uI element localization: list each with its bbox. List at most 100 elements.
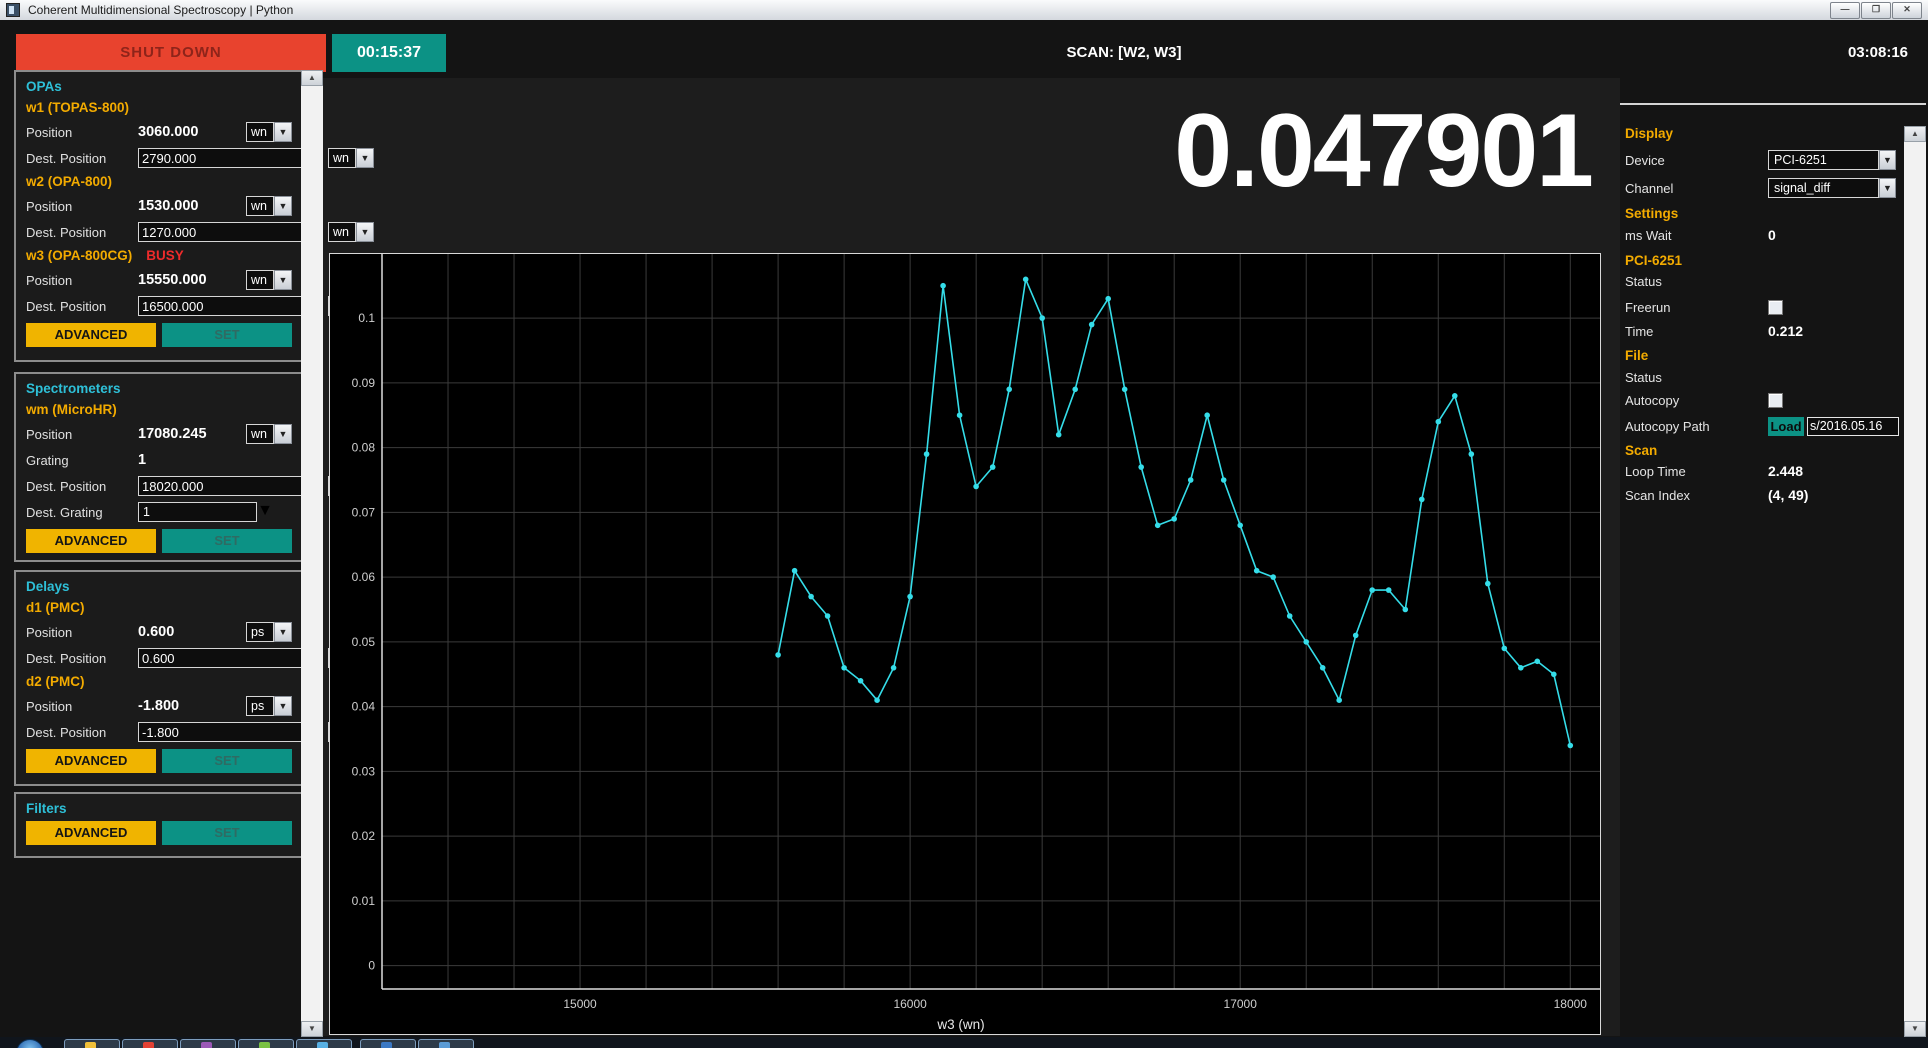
destination-input[interactable]: [138, 476, 322, 496]
units-combo[interactable]: wn▼: [246, 424, 292, 444]
units-value: wn: [246, 122, 274, 142]
advanced-button[interactable]: ADVANCED: [26, 749, 156, 773]
units-combo[interactable]: wn▼: [328, 148, 374, 168]
busy-badge: BUSY: [146, 245, 184, 267]
autocopy-checkbox[interactable]: [1768, 393, 1783, 408]
right-field-value: (4, 49): [1768, 487, 1808, 503]
hardware-label: d2 (PMC): [26, 671, 85, 693]
plot-canvas: 00.010.020.030.040.050.060.070.080.090.1…: [330, 254, 1600, 1034]
right-section-header: PCI-6251: [1625, 253, 1682, 268]
channel-combo[interactable]: signal_diff▼: [1768, 178, 1896, 198]
data-point: [1039, 315, 1045, 321]
destination-input[interactable]: [138, 222, 322, 242]
units-value: wn: [328, 222, 356, 242]
chevron-down-icon[interactable]: ▼: [274, 196, 292, 216]
chevron-down-icon[interactable]: ▼: [257, 502, 273, 522]
chevron-down-icon[interactable]: ▼: [274, 622, 292, 642]
set-button[interactable]: SET: [162, 323, 292, 347]
set-button[interactable]: SET: [162, 821, 292, 845]
taskbar-app-button[interactable]: [296, 1039, 352, 1048]
section-filters: FiltersADVANCEDSET: [14, 792, 304, 858]
right-field-value: 0.212: [1768, 323, 1803, 339]
data-point: [1221, 477, 1227, 483]
scan-plot[interactable]: 00.010.020.030.040.050.060.070.080.090.1…: [329, 253, 1601, 1035]
set-button[interactable]: SET: [162, 529, 292, 553]
scroll-down-icon[interactable]: ▼: [301, 1021, 323, 1037]
advanced-button[interactable]: ADVANCED: [26, 323, 156, 347]
destination-input[interactable]: [138, 648, 322, 668]
units-combo[interactable]: ps▼: [246, 622, 292, 642]
data-point: [1188, 477, 1194, 483]
right-field-label: Freerun: [1625, 300, 1768, 315]
right-field-label: Device: [1625, 153, 1768, 168]
chevron-down-icon[interactable]: ▼: [356, 222, 374, 242]
chevron-down-icon[interactable]: ▼: [1879, 150, 1896, 170]
readout-row: Position15550.000wn▼: [26, 267, 292, 293]
field-label: Position: [26, 273, 138, 288]
units-combo[interactable]: ps▼: [246, 696, 292, 716]
right-field-value: 0: [1768, 227, 1776, 243]
taskbar-app-icon: [439, 1042, 450, 1048]
field-label: Dest. Position: [26, 651, 138, 666]
right-scrollbar[interactable]: ▲ ▼: [1904, 126, 1926, 1037]
destination-input[interactable]: [138, 296, 322, 316]
advanced-button[interactable]: ADVANCED: [26, 529, 156, 553]
windows-taskbar[interactable]: [0, 1037, 1928, 1048]
chevron-down-icon[interactable]: ▼: [356, 148, 374, 168]
right-section-header: File: [1625, 348, 1648, 363]
set-button[interactable]: SET: [162, 749, 292, 773]
chevron-down-icon[interactable]: ▼: [1879, 178, 1896, 198]
load-button[interactable]: Load: [1768, 417, 1804, 436]
chevron-down-icon[interactable]: ▼: [274, 270, 292, 290]
shutdown-button[interactable]: SHUT DOWN: [16, 34, 326, 72]
taskbar-app-button[interactable]: [360, 1039, 416, 1048]
scroll-up-icon[interactable]: ▲: [1904, 126, 1926, 142]
y-tick-label: 0.09: [352, 376, 376, 390]
data-point: [825, 613, 831, 619]
device-combo[interactable]: PCI-6251▼: [1768, 150, 1896, 170]
x-tick-label: 15000: [563, 997, 597, 1011]
right-field-label: Status: [1625, 274, 1768, 289]
y-tick-label: 0.07: [352, 505, 376, 519]
left-scrollbar[interactable]: ▲ ▼: [301, 70, 323, 1037]
units-value: wn: [246, 424, 274, 444]
data-point: [1056, 432, 1062, 438]
app-icon: [6, 3, 20, 17]
taskbar-app-button[interactable]: [64, 1039, 120, 1048]
start-button[interactable]: [16, 1039, 44, 1048]
section-opas: OPAsw1 (TOPAS-800)Position3060.000wn▼Des…: [14, 70, 304, 362]
scroll-down-icon[interactable]: ▼: [1904, 1021, 1926, 1037]
taskbar-app-button[interactable]: [418, 1039, 474, 1048]
destination-input[interactable]: [138, 148, 322, 168]
freerun-checkbox[interactable]: [1768, 300, 1783, 315]
destination-input[interactable]: [138, 722, 322, 742]
taskbar-app-button[interactable]: [180, 1039, 236, 1048]
units-combo[interactable]: wn▼: [328, 222, 374, 242]
units-combo[interactable]: wn▼: [246, 196, 292, 216]
right-field-label: Autocopy Path: [1625, 419, 1768, 434]
right-row-ms-wait: ms Wait0: [1625, 225, 1900, 245]
chevron-down-icon[interactable]: ▼: [274, 122, 292, 142]
right-field-label: Scan Index: [1625, 488, 1768, 503]
data-point: [1369, 587, 1375, 593]
right-row-pci-6251: PCI-6251: [1625, 250, 1900, 270]
advanced-button[interactable]: ADVANCED: [26, 821, 156, 845]
hardware-name: d1 (PMC): [26, 597, 292, 619]
units-combo[interactable]: wn▼: [246, 122, 292, 142]
grating-combo[interactable]: 1▼: [138, 502, 273, 522]
data-point: [1303, 639, 1309, 645]
taskbar-app-button[interactable]: [238, 1039, 294, 1048]
readout-row: Grating1: [26, 447, 292, 473]
right-field-label: Loop Time: [1625, 464, 1768, 479]
chevron-down-icon[interactable]: ▼: [274, 696, 292, 716]
section-spectrometers: Spectrometerswm (MicroHR)Position17080.2…: [14, 372, 304, 562]
autocopy-path-input[interactable]: [1807, 417, 1899, 436]
chevron-down-icon[interactable]: ▼: [274, 424, 292, 444]
y-tick-label: 0.05: [352, 635, 376, 649]
data-point: [1353, 633, 1359, 639]
data-point: [891, 665, 897, 671]
scroll-up-icon[interactable]: ▲: [301, 70, 323, 86]
right-field-label: Autocopy: [1625, 393, 1768, 408]
units-combo[interactable]: wn▼: [246, 270, 292, 290]
taskbar-app-button[interactable]: [122, 1039, 178, 1048]
